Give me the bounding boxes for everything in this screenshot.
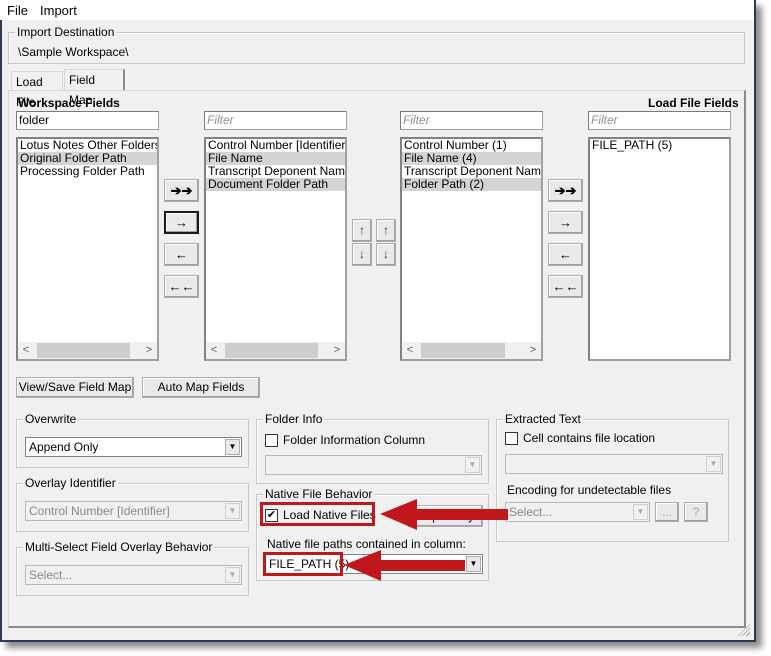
annotation-arrow-lower — [344, 550, 465, 581]
annotation-arrows — [344, 499, 508, 581]
annotation-arrow-upper — [380, 499, 508, 530]
